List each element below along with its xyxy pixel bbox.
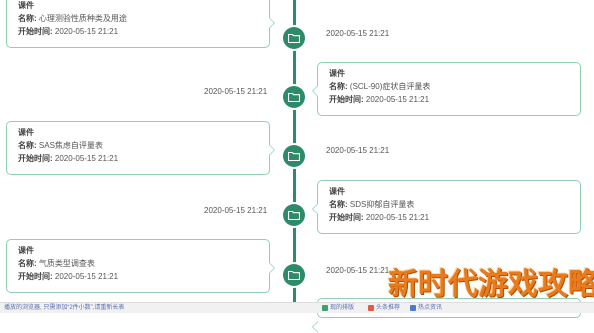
timeline-date: 2020-05-15 21:21	[326, 266, 390, 275]
card-type: 课件	[18, 1, 34, 10]
folder-icon	[288, 270, 300, 280]
timeline-card[interactable]: 课件 名称: (SCL-90)症状自评量表 开始时间: 2020-05-15 2…	[312, 62, 581, 116]
timeline-date: 2020-05-15 21:21	[204, 206, 268, 215]
card-type: 课件	[18, 246, 34, 255]
card-start-time: 2020-05-15 21:21	[365, 95, 430, 104]
news-icon	[368, 305, 374, 311]
card-type: 课件	[18, 128, 34, 137]
card-start-time: 2020-05-15 21:21	[54, 272, 119, 281]
timeline-date: 2020-05-15 21:21	[326, 29, 390, 38]
timeline-card[interactable]: 课件 名称: 气质类型调查表 开始时间: 2020-05-15 21:21	[6, 239, 275, 293]
card-name: 心理测验性质种类及用途	[38, 14, 127, 23]
card-name: (SCL-90)症状自评量表	[349, 82, 431, 91]
name-label: 名称:	[18, 141, 37, 150]
folder-node[interactable]	[283, 86, 305, 108]
start-label: 开始时间:	[18, 154, 53, 163]
card-name: SDS抑郁自评量表	[349, 200, 415, 209]
timeline-card[interactable]: 课件 名称: SAS焦虑自评量表 开始时间: 2020-05-15 21:21	[6, 121, 275, 175]
folder-node[interactable]	[283, 264, 305, 286]
name-label: 名称:	[329, 200, 348, 209]
hot-icon	[410, 305, 416, 311]
timeline-date: 2020-05-15 21:21	[326, 146, 390, 155]
folder-node[interactable]	[283, 204, 305, 226]
name-label: 名称:	[18, 14, 37, 23]
folder-icon	[288, 210, 300, 220]
card-type: 课件	[329, 187, 345, 196]
folder-icon	[288, 33, 300, 43]
start-label: 开始时间:	[329, 95, 364, 104]
folder-node[interactable]	[283, 27, 305, 49]
timeline-date: 2020-05-15 21:21	[204, 87, 268, 96]
card-name: 气质类型调查表	[38, 259, 95, 268]
name-label: 名称:	[329, 82, 348, 91]
start-label: 开始时间:	[329, 213, 364, 222]
video-icon	[322, 305, 328, 311]
start-label: 开始时间:	[18, 27, 53, 36]
folder-icon	[288, 92, 300, 102]
folder-icon	[288, 151, 300, 161]
browser-status-bar: 播放的浏览器, 只需添加“2件小数”,请重新长表 现的排版 头条推荐 热点资讯	[0, 302, 594, 313]
card-name: SAS焦虑自评量表	[38, 141, 103, 150]
card-start-time: 2020-05-15 21:21	[54, 27, 119, 36]
timeline-card[interactable]: 课件 名称: SDS抑郁自评量表 开始时间: 2020-05-15 21:21	[312, 180, 581, 234]
site-watermark: 新时代游戏攻略	[388, 267, 594, 302]
card-start-time: 2020-05-15 21:21	[54, 154, 119, 163]
start-label: 开始时间:	[18, 272, 53, 281]
card-type: 课件	[329, 69, 345, 78]
folder-node[interactable]	[283, 145, 305, 167]
timeline-card[interactable]: 课件 名称: 心理测验性质种类及用途 开始时间: 2020-05-15 21:2…	[6, 0, 275, 48]
name-label: 名称:	[18, 259, 37, 268]
card-start-time: 2020-05-15 21:21	[365, 213, 430, 222]
